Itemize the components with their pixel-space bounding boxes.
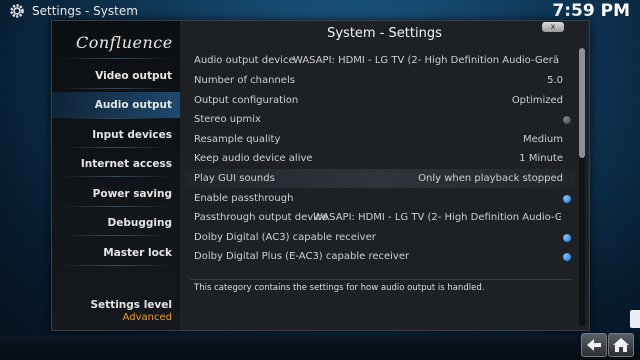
- sidebar-item-power-saving[interactable]: Power saving: [52, 188, 172, 200]
- clock: 7:59 PM: [552, 1, 630, 21]
- divider: [60, 176, 172, 177]
- setting-label: Audio output device: [194, 55, 295, 66]
- sidebar-item-input-devices[interactable]: Input devices: [52, 129, 172, 141]
- divider: [60, 206, 172, 207]
- dialog-title: System - Settings: [327, 26, 442, 41]
- settings-level-value[interactable]: Advanced: [123, 312, 172, 323]
- setting-label: Dolby Digital (AC3) capable receiver: [194, 232, 376, 243]
- setting-passthrough-output-device[interactable]: Passthrough output device WASAPI: HDMI -…: [185, 208, 575, 227]
- setting-output-configuration[interactable]: Output configuration Optimized: [185, 91, 575, 110]
- close-button[interactable]: x: [542, 22, 564, 32]
- setting-keep-audio-device-alive[interactable]: Keep audio device alive 1 Minute: [185, 149, 575, 168]
- radio-on-icon[interactable]: [563, 195, 571, 203]
- sidebar-item-internet-access[interactable]: Internet access: [52, 158, 172, 170]
- app-logo: Confluence: [76, 33, 173, 52]
- setting-enable-passthrough[interactable]: Enable passthrough: [185, 189, 575, 208]
- setting-resample-quality[interactable]: Resample quality Medium: [185, 130, 575, 149]
- scrollbar-thumb[interactable]: [579, 48, 585, 158]
- sidebar: Confluence Video output Audio output Inp…: [52, 21, 180, 330]
- sidebar-item-video-output[interactable]: Video output: [52, 70, 172, 82]
- setting-dolby-digital-ac3[interactable]: Dolby Digital (AC3) capable receiver: [185, 228, 575, 247]
- radio-off-icon[interactable]: [563, 116, 571, 124]
- setting-stereo-upmix[interactable]: Stereo upmix: [185, 110, 575, 129]
- setting-value: Optimized: [511, 95, 563, 106]
- sidebar-item-label: Audio output: [94, 99, 172, 111]
- setting-value: Medium: [523, 134, 563, 145]
- divider: [190, 279, 572, 280]
- setting-label: Resample quality: [194, 134, 281, 145]
- back-arrow-icon: [587, 339, 601, 351]
- setting-value: 1 Minute: [519, 153, 563, 164]
- breadcrumb: Settings - System: [32, 4, 138, 18]
- setting-value: WASAPI: HDMI - LG TV (2- High Definition…: [313, 212, 561, 223]
- home-icon: [613, 338, 629, 352]
- setting-label: Play GUI sounds: [194, 173, 275, 184]
- gear-icon: [10, 4, 24, 18]
- setting-label: Passthrough output device: [194, 212, 328, 223]
- setting-value: WASAPI: HDMI - LG TV (2- High Definition…: [293, 55, 559, 66]
- divider: [60, 235, 172, 236]
- setting-label: Stereo upmix: [194, 114, 261, 125]
- divider: [60, 118, 172, 119]
- settings-level-label[interactable]: Settings level: [90, 299, 172, 311]
- floor-shadow: [0, 335, 640, 360]
- setting-value: Only when playback stopped: [418, 173, 563, 184]
- setting-value: 5.0: [547, 75, 563, 86]
- sidebar-item-debugging[interactable]: Debugging: [52, 217, 172, 229]
- divider: [60, 58, 172, 59]
- side-tab-icon[interactable]: [630, 310, 640, 328]
- back-button[interactable]: [581, 333, 607, 357]
- setting-play-gui-sounds[interactable]: Play GUI sounds Only when playback stopp…: [185, 169, 575, 188]
- radio-on-icon[interactable]: [563, 234, 571, 242]
- setting-label: Keep audio device alive: [194, 153, 313, 164]
- setting-audio-output-device[interactable]: Audio output device WASAPI: HDMI - LG TV…: [185, 51, 575, 70]
- setting-label: Number of channels: [194, 75, 295, 86]
- radio-on-icon[interactable]: [563, 253, 571, 261]
- scrollbar[interactable]: [579, 48, 585, 326]
- divider: [60, 88, 172, 89]
- setting-label: Output configuration: [194, 95, 299, 106]
- setting-dolby-digital-plus-eac3[interactable]: Dolby Digital Plus (E-AC3) capable recei…: [185, 247, 575, 266]
- setting-label: Enable passthrough: [194, 193, 294, 204]
- settings-dialog: Confluence Video output Audio output Inp…: [51, 20, 590, 331]
- sidebar-item-audio-output[interactable]: Audio output: [52, 92, 180, 118]
- setting-number-of-channels[interactable]: Number of channels 5.0: [185, 71, 575, 90]
- home-button[interactable]: [608, 333, 634, 357]
- divider: [60, 147, 172, 148]
- sidebar-item-master-lock[interactable]: Master lock: [52, 247, 172, 259]
- category-description: This category contains the settings for …: [194, 283, 485, 293]
- divider: [60, 265, 172, 266]
- setting-label: Dolby Digital Plus (E-AC3) capable recei…: [194, 251, 410, 262]
